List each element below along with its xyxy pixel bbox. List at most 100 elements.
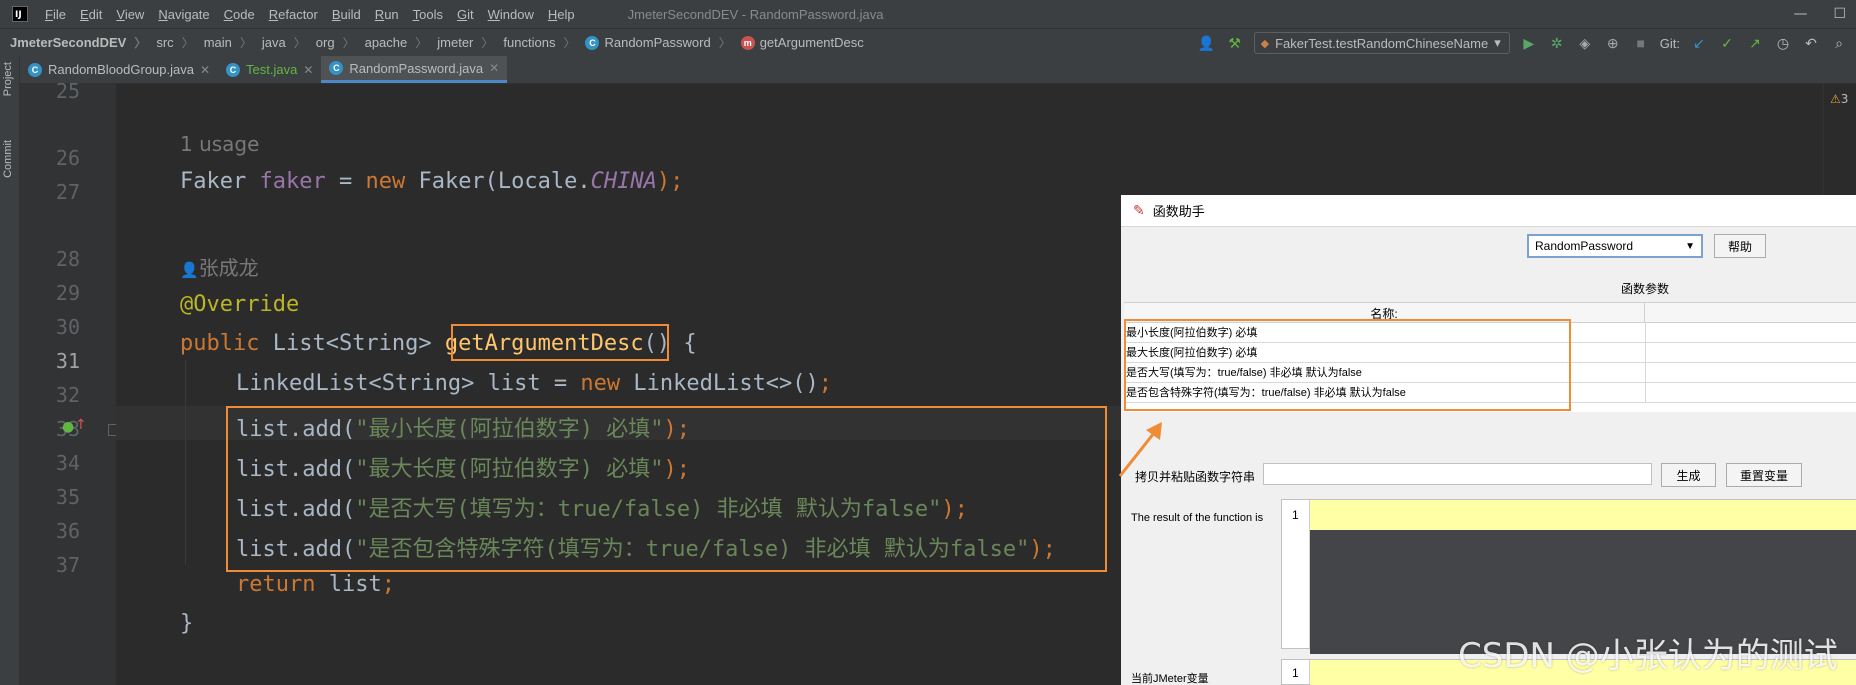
menu-file[interactable]: File	[38, 7, 73, 22]
generate-button[interactable]: 生成	[1661, 463, 1716, 487]
function-string-input[interactable]	[1263, 463, 1652, 485]
line-number: 28	[55, 247, 80, 271]
tab-test[interactable]: C Test.java ✕	[218, 56, 321, 83]
breadcrumb-functions[interactable]: functions 〉	[493, 34, 575, 51]
menu-navigate[interactable]: Navigate	[151, 7, 216, 22]
history-icon[interactable]: ◷	[1774, 34, 1792, 52]
line-number-current: 31	[55, 349, 80, 373]
left-tool-strip: Project Commit	[0, 56, 20, 685]
coverage-icon[interactable]: ◈	[1576, 34, 1594, 52]
menu-window[interactable]: Window	[481, 7, 541, 22]
function-helper-dialog: ✎ 函数助手 RandomPassword ▼ 帮助 函数参数 名称: 最小长度…	[1121, 195, 1856, 685]
run-config-icon: ◆	[1260, 37, 1270, 50]
person-icon: 👤	[180, 261, 199, 279]
params-heading: 函数参数	[1621, 282, 1670, 296]
tab-randompassword[interactable]: C RandomPassword.java ✕	[321, 56, 508, 83]
method-name-highlight-box	[451, 324, 669, 361]
commit-tool-button[interactable]: Commit	[2, 140, 18, 178]
menu-edit[interactable]: Edit	[73, 7, 109, 22]
run-configuration-select[interactable]: ◆ FakerTest.testRandomChineseName ▾	[1253, 32, 1510, 54]
project-tool-button[interactable]: Project	[2, 62, 18, 96]
method-icon: m	[740, 35, 755, 50]
indent-guide	[185, 360, 186, 565]
close-icon[interactable]: ✕	[200, 63, 210, 77]
breadcrumb-jmeter[interactable]: jmeter 〉	[427, 34, 493, 51]
code-line-26: Faker faker = new Faker(Locale.CHINA);	[180, 169, 684, 194]
override-arrow-icon[interactable]: ↑	[75, 417, 87, 433]
menu-tools[interactable]: Tools	[406, 7, 450, 22]
build-hammer-icon[interactable]: ⚒	[1226, 34, 1244, 52]
line-number: 37	[55, 553, 80, 577]
line-number: 32	[55, 383, 80, 407]
line-number: 34	[55, 451, 80, 475]
git-label: Git:	[1659, 35, 1680, 51]
minimize-icon[interactable]: —	[1793, 6, 1807, 22]
help-button[interactable]: 帮助	[1714, 234, 1766, 258]
close-icon[interactable]: ✕	[489, 61, 499, 75]
user-icon[interactable]: 👤	[1198, 34, 1216, 52]
line-number: 27	[55, 180, 80, 204]
reset-variables-button[interactable]: 重置变量	[1726, 463, 1802, 487]
chevron-down-icon: ▾	[1494, 35, 1501, 50]
code-block-highlight-box	[226, 406, 1107, 572]
implements-method-icon[interactable]: ●	[62, 419, 74, 435]
profile-icon[interactable]: ⊕	[1604, 34, 1622, 52]
function-select[interactable]: RandomPassword ▼	[1527, 234, 1703, 258]
author-hint[interactable]: 👤张成龙	[180, 252, 259, 281]
breadcrumb-apache[interactable]: apache 〉	[355, 34, 428, 51]
stop-icon[interactable]: ■	[1632, 34, 1650, 52]
params-highlight-box	[1124, 319, 1571, 411]
menu-bar: IJ File Edit View Navigate Code Refactor…	[0, 0, 1856, 28]
line-number: 26	[55, 146, 80, 170]
code-line-36: }	[180, 611, 194, 636]
debug-icon[interactable]: ✲	[1548, 34, 1566, 52]
search-icon[interactable]: ⌕	[1830, 34, 1848, 52]
window-controls: — ☐	[1793, 6, 1846, 22]
dialog-title-bar: ✎ 函数助手	[1121, 195, 1856, 227]
window-title: JmeterSecondDEV - RandomPassword.java	[627, 6, 884, 22]
chevron-down-icon: ▼	[1685, 240, 1695, 252]
line-number: 35	[55, 485, 80, 509]
git-push-icon[interactable]: ↗	[1746, 34, 1764, 52]
usage-hint[interactable]: 1 usage	[180, 132, 259, 156]
breadcrumb-main[interactable]: main 〉	[194, 34, 252, 51]
menu-view[interactable]: View	[109, 7, 151, 22]
line-number-gutter: 25 26 27 28 29 30 31 32 33 34 35 36 37 ●…	[20, 79, 120, 685]
menu-run[interactable]: Run	[368, 7, 406, 22]
csdn-watermark: CSDN @小张认为的测试	[1458, 636, 1838, 676]
code-line-35: return list;	[236, 572, 395, 597]
vars-line-number: 1	[1282, 660, 1310, 684]
menu-code[interactable]: Code	[217, 7, 262, 22]
warning-indicator[interactable]: ⚠3	[1830, 92, 1848, 106]
result-line-number: 1	[1282, 500, 1310, 648]
line-number: 36	[55, 519, 80, 543]
result-current-line	[1310, 500, 1856, 530]
menu-help[interactable]: Help	[541, 7, 582, 22]
menu-build[interactable]: Build	[325, 7, 368, 22]
line-number: 30	[55, 315, 80, 339]
rollback-icon[interactable]: ↶	[1802, 34, 1820, 52]
menu-refactor[interactable]: Refactor	[262, 7, 325, 22]
class-icon: C	[329, 61, 344, 75]
breadcrumb-org[interactable]: org 〉	[306, 34, 355, 51]
maximize-icon[interactable]: ☐	[1833, 6, 1846, 22]
code-line-28: @Override	[180, 292, 300, 317]
code-line-30: LinkedList<String> list = new LinkedList…	[236, 371, 833, 396]
class-icon: C	[585, 35, 600, 50]
git-update-icon[interactable]: ↙	[1690, 34, 1708, 52]
menu-git[interactable]: Git	[450, 7, 481, 22]
line-number: 25	[55, 79, 80, 103]
annotation-arrow-icon	[1118, 422, 1162, 477]
close-icon[interactable]: ✕	[303, 63, 313, 77]
breadcrumb-class[interactable]: C RandomPassword 〉	[575, 34, 731, 51]
main-toolbar: 👤 ⚒ ◆ FakerTest.testRandomChineseName ▾ …	[1198, 29, 1856, 57]
breadcrumb-java[interactable]: java 〉	[252, 34, 306, 51]
git-commit-icon[interactable]: ✓	[1718, 34, 1736, 52]
breadcrumb-method[interactable]: m getArgumentDesc	[731, 35, 864, 50]
intellij-logo-icon: IJ	[12, 6, 28, 22]
run-icon[interactable]: ▶	[1520, 34, 1538, 52]
breadcrumb-project[interactable]: JmeterSecondDEV 〉	[0, 34, 146, 51]
breadcrumb-src[interactable]: src 〉	[146, 34, 193, 51]
result-textarea[interactable]: 1	[1281, 499, 1856, 654]
jmeter-variables-label: 当前JMeter变量	[1131, 673, 1209, 685]
